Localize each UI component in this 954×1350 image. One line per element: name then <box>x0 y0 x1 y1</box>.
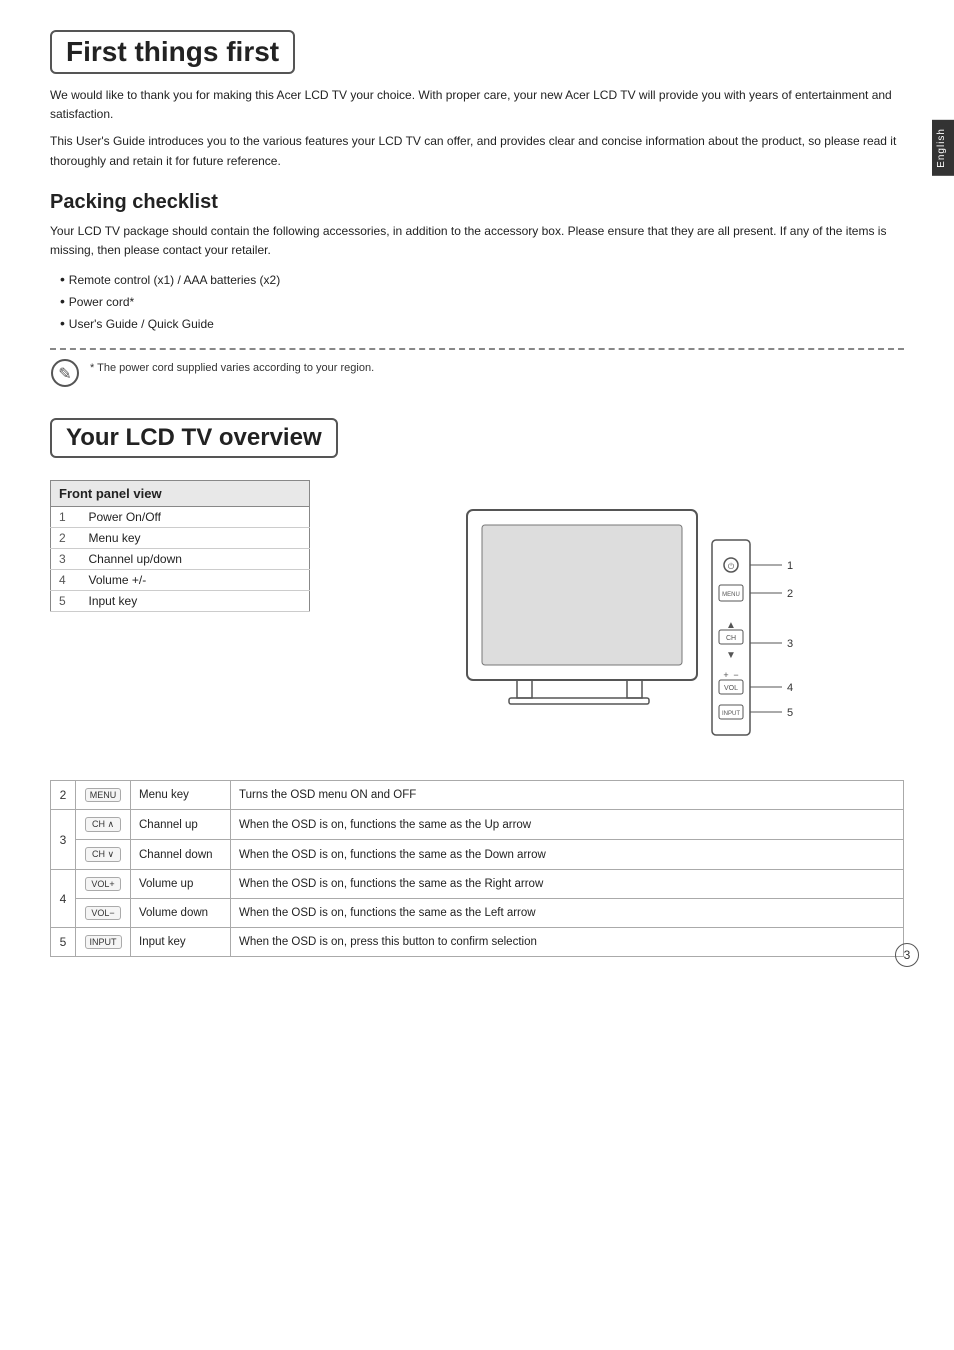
svg-text:+: + <box>723 670 728 680</box>
note-text: * The power cord supplied varies accordi… <box>90 358 374 374</box>
table-row: 1 Power On/Off <box>51 507 310 528</box>
section1-intro2: This User's Guide introduces you to the … <box>50 132 904 170</box>
svg-text:2: 2 <box>787 588 793 600</box>
row-num: 5 <box>51 591 81 612</box>
row-label: Channel up/down <box>81 549 310 570</box>
num-cell: 5 <box>51 928 76 957</box>
front-panel-table: Front panel view 1 Power On/Off 2 Menu k… <box>50 480 310 612</box>
key-cell: Channel down <box>131 840 231 870</box>
section1-intro1: We would like to thank you for making th… <box>50 86 904 124</box>
tv-diagram: ⏻ MENU ▲ CH ▼ + VOL − <box>437 480 817 760</box>
icon-cell: MENU <box>76 781 131 810</box>
key-cell: Channel up <box>131 810 231 840</box>
row-label: Menu key <box>81 528 310 549</box>
row-num: 4 <box>51 570 81 591</box>
note-icon: ✎ <box>50 358 80 388</box>
svg-text:VOL: VOL <box>724 685 738 692</box>
detail-table: 2 MENU Menu key Turns the OSD menu ON an… <box>50 780 904 957</box>
table-row: 5 INPUT Input key When the OSD is on, pr… <box>51 928 904 957</box>
icon-cell: VOL− <box>76 899 131 928</box>
svg-text:3: 3 <box>787 638 793 650</box>
section1-title: First things first <box>66 36 279 68</box>
svg-text:CH: CH <box>726 635 736 642</box>
list-item: Remote control (x1) / AAA batteries (x2) <box>60 268 904 290</box>
svg-text:INPUT: INPUT <box>722 711 740 717</box>
table-row: 4 VOL+ Volume up When the OSD is on, fun… <box>51 870 904 899</box>
key-button-vol-up: VOL+ <box>85 877 121 891</box>
left-panel: Front panel view 1 Power On/Off 2 Menu k… <box>50 480 350 622</box>
section-first-things: First things first We would like to than… <box>50 30 904 388</box>
svg-text:1: 1 <box>787 560 793 572</box>
page-wrapper: English First things first We would like… <box>0 0 954 987</box>
row-num: 1 <box>51 507 81 528</box>
svg-text:MENU: MENU <box>722 592 740 598</box>
row-num: 3 <box>51 549 81 570</box>
icon-cell: CH ∧ <box>76 810 131 840</box>
section2-title: Your LCD TV overview <box>66 424 322 452</box>
key-button-ch-down: CH ∨ <box>85 847 121 862</box>
table-row: 2 MENU Menu key Turns the OSD menu ON an… <box>51 781 904 810</box>
key-button-menu: MENU <box>85 788 122 802</box>
icon-cell: INPUT <box>76 928 131 957</box>
svg-text:⏻: ⏻ <box>728 562 735 571</box>
desc-cell: Turns the OSD menu ON and OFF <box>231 781 904 810</box>
row-num: 2 <box>51 528 81 549</box>
section-lcd-overview: Your LCD TV overview Front panel view 1 … <box>50 418 904 957</box>
note-box: ✎ * The power cord supplied varies accor… <box>50 348 904 388</box>
packing-intro: Your LCD TV package should contain the f… <box>50 222 904 260</box>
key-cell: Menu key <box>131 781 231 810</box>
key-button-input: INPUT <box>85 935 122 949</box>
diagram-area: Front panel view 1 Power On/Off 2 Menu k… <box>50 480 904 760</box>
table-row: 5 Input key <box>51 591 310 612</box>
list-item: User's Guide / Quick Guide <box>60 312 904 334</box>
key-button-vol-down: VOL− <box>85 906 121 920</box>
table-row: VOL− Volume down When the OSD is on, fun… <box>51 899 904 928</box>
row-label: Input key <box>81 591 310 612</box>
table-row: 3 CH ∧ Channel up When the OSD is on, fu… <box>51 810 904 840</box>
desc-cell: When the OSD is on, functions the same a… <box>231 810 904 840</box>
table-row: 4 Volume +/- <box>51 570 310 591</box>
key-cell: Volume up <box>131 870 231 899</box>
packing-title: Packing checklist <box>50 191 904 214</box>
svg-text:5: 5 <box>787 707 793 719</box>
desc-cell: When the OSD is on, functions the same a… <box>231 840 904 870</box>
key-cell: Volume down <box>131 899 231 928</box>
key-button-ch-up: CH ∧ <box>85 817 121 832</box>
icon-cell: CH ∨ <box>76 840 131 870</box>
list-item: Power cord* <box>60 290 904 312</box>
front-panel-heading: Front panel view <box>51 481 310 507</box>
section2-title-box: Your LCD TV overview <box>50 418 338 458</box>
packing-list: Remote control (x1) / AAA batteries (x2)… <box>60 268 904 334</box>
num-cell: 2 <box>51 781 76 810</box>
desc-cell: When the OSD is on, functions the same a… <box>231 870 904 899</box>
svg-text:−: − <box>733 670 738 680</box>
row-label: Volume +/- <box>81 570 310 591</box>
desc-cell: When the OSD is on, functions the same a… <box>231 899 904 928</box>
svg-text:▲: ▲ <box>726 620 736 631</box>
section1-title-box: First things first <box>50 30 295 74</box>
svg-text:✎: ✎ <box>58 366 71 383</box>
num-cell: 4 <box>51 870 76 928</box>
side-tab: English <box>932 120 954 176</box>
table-row: 2 Menu key <box>51 528 310 549</box>
tv-diagram-area: ⏻ MENU ▲ CH ▼ + VOL − <box>350 480 904 760</box>
icon-cell: VOL+ <box>76 870 131 899</box>
table-row: CH ∨ Channel down When the OSD is on, fu… <box>51 840 904 870</box>
key-cell: Input key <box>131 928 231 957</box>
row-label: Power On/Off <box>81 507 310 528</box>
table-row: 3 Channel up/down <box>51 549 310 570</box>
page-number: 3 <box>895 943 919 967</box>
desc-cell: When the OSD is on, press this button to… <box>231 928 904 957</box>
svg-text:▼: ▼ <box>726 650 736 661</box>
svg-text:4: 4 <box>787 682 793 694</box>
num-cell: 3 <box>51 810 76 870</box>
